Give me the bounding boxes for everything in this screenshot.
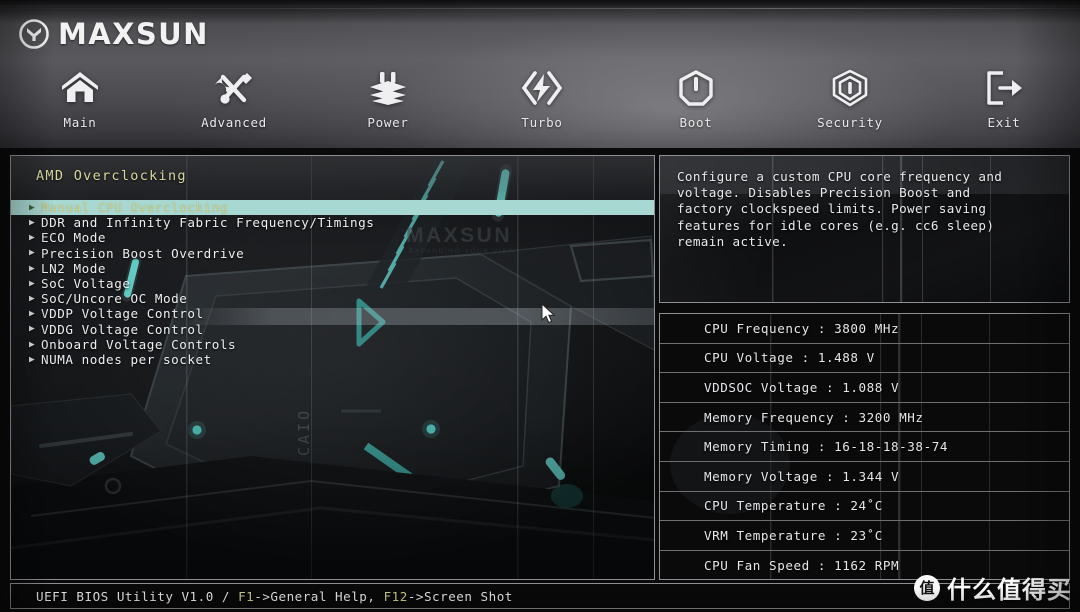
brand-logo: MAXSUN [19, 17, 209, 51]
settings-menu-item-label: SoC Voltage [41, 276, 131, 292]
submenu-arrow-icon: ▶ [29, 308, 35, 320]
settings-menu-item-label: LN2 Mode [41, 260, 107, 276]
nav-item-main[interactable]: Main [3, 68, 157, 130]
settings-menu-item[interactable]: ▶ ECO Mode [11, 230, 654, 246]
footer-utility-label: UEFI BIOS Utility V1.0 / [36, 588, 239, 604]
submenu-arrow-icon: ▶ [29, 247, 35, 259]
nav-item-power[interactable]: Power [311, 68, 465, 130]
settings-menu-item-label: ECO Mode [41, 230, 107, 246]
tools-wrench-screwdriver-icon [213, 68, 255, 108]
settings-menu-list: ▶ Manual CPU Overclocking ▶ DDR and Infinit… [11, 200, 654, 367]
hardware-monitor-row: CPU Fan Speed : 1162 RPM [660, 551, 1069, 579]
hardware-monitor-row-text: VDDSOC Voltage : 1.088 V [704, 379, 900, 395]
hardware-monitor-row: CPU Temperature : 24˚C [660, 492, 1069, 522]
nav-item-boot[interactable]: Boot [619, 68, 773, 130]
hardware-monitor-row-text: CPU Voltage : 1.488 V [704, 350, 875, 366]
submenu-arrow-icon: ▶ [29, 201, 35, 213]
hardware-monitor-row-text: CPU Frequency : 3800 MHz [704, 320, 900, 336]
help-description-panel: Configure a custom CPU core frequency an… [659, 155, 1070, 303]
maxsun-circle-logo-icon [19, 19, 49, 49]
nav-item-exit[interactable]: Exit [927, 68, 1080, 130]
hardware-monitor-row: Memory Timing : 16-18-18-38-74 [660, 432, 1069, 462]
settings-menu-item-label: VDDP Voltage Control [41, 306, 204, 322]
footer-key-f1: F1 [238, 588, 255, 604]
settings-menu-item[interactable]: ▶ SoC Voltage [11, 276, 654, 292]
nav-label-main: Main [63, 115, 97, 130]
footer-hint-text: UEFI BIOS Utility V1.0 / F1->General Hel… [36, 589, 513, 604]
footer-key-f12-action: ->Screen Shot [407, 588, 513, 604]
bios-screen: MAXSUN Main Advanced Power Turbo Boot Se… [0, 0, 1080, 612]
settings-menu-item[interactable]: ▶ VDDG Voltage Control [11, 321, 654, 337]
submenu-arrow-icon: ▶ [29, 353, 35, 365]
settings-menu-item[interactable]: ▶ LN2 Mode [11, 260, 654, 276]
footer-key-f1-action: ->General Help, [254, 588, 384, 604]
settings-menu-item[interactable]: ▶ NUMA nodes per socket [11, 351, 654, 367]
settings-menu-item-label: Onboard Voltage Controls [41, 336, 237, 352]
settings-menu-item[interactable]: ▶ Precision Boost Overdrive [11, 245, 654, 261]
hardware-monitor-row-text: Memory Frequency : 3200 MHz [704, 409, 924, 425]
submenu-arrow-icon: ▶ [29, 338, 35, 350]
nav-label-boot: Boot [679, 115, 713, 130]
page-title: AMD Overclocking [36, 168, 187, 184]
nav-label-exit: Exit [987, 115, 1021, 130]
settings-menu-item[interactable]: ▶ Onboard Voltage Controls [11, 336, 654, 352]
main-navigation: Main Advanced Power Turbo Boot Security … [0, 68, 1080, 144]
nav-label-power: Power [367, 115, 409, 130]
header-sheen [0, 8, 1080, 9]
hardware-monitor-row: CPU Frequency : 3800 MHz [660, 314, 1069, 344]
nav-item-advanced[interactable]: Advanced [157, 68, 311, 130]
brand-name: MAXSUN [58, 17, 209, 51]
hardware-monitor-row-text: CPU Fan Speed : 1162 RPM [704, 558, 900, 574]
settings-menu-item[interactable]: ▶ SoC/Uncore OC Mode [11, 291, 654, 307]
settings-menu-item[interactable]: ▶ VDDP Voltage Control [11, 306, 654, 322]
hardware-monitor-rows: CPU Frequency : 3800 MHz CPU Voltage : 1.… [660, 314, 1069, 579]
exit-arrow-icon [983, 68, 1025, 108]
hardware-monitor-panel: CPU Frequency : 3800 MHz CPU Voltage : 1.… [659, 313, 1070, 580]
submenu-arrow-icon: ▶ [29, 262, 35, 274]
footer-hint-bar: UEFI BIOS Utility V1.0 / F1->General Hel… [10, 583, 1070, 609]
hardware-monitor-row: VDDSOC Voltage : 1.088 V [660, 373, 1069, 403]
shield-hexagon-lock-icon [829, 68, 871, 108]
power-button-hexagon-icon [675, 68, 717, 108]
submenu-arrow-icon: ▶ [29, 277, 35, 289]
submenu-arrow-icon: ▶ [29, 323, 35, 335]
hardware-monitor-row-text: VRM Temperature : 23˚C [704, 527, 883, 543]
hardware-monitor-row-text: CPU Temperature : 24˚C [704, 498, 883, 514]
footer-bar: UEFI BIOS Utility V1.0 / F1->General Hel… [0, 580, 1080, 612]
settings-menu-item[interactable]: ▶ Manual CPU Overclocking [11, 200, 654, 216]
hardware-monitor-row-text: Memory Voltage : 1.344 V [704, 468, 900, 484]
hardware-monitor-row: Memory Voltage : 1.344 V [660, 462, 1069, 492]
nav-item-security[interactable]: Security [773, 68, 927, 130]
hardware-monitor-row-text: Memory Timing : 16-18-18-38-74 [704, 439, 948, 455]
settings-menu-item-label: NUMA nodes per socket [41, 351, 212, 367]
settings-menu-item-label: Manual CPU Overclocking [41, 200, 229, 216]
lightning-bolt-hexagon-icon [521, 68, 563, 108]
settings-menu-item[interactable]: ▶ DDR and Infinity Fabric Frequency/Timin… [11, 215, 654, 231]
header-bar: MAXSUN Main Advanced Power Turbo Boot Se… [0, 0, 1080, 148]
nav-item-turbo[interactable]: Turbo [465, 68, 619, 130]
nav-label-security: Security [817, 115, 883, 130]
footer-key-f12: F12 [383, 588, 408, 604]
power-stack-icon [367, 68, 409, 108]
submenu-arrow-icon: ▶ [29, 292, 35, 304]
hardware-monitor-row: VRM Temperature : 23˚C [660, 521, 1069, 551]
nav-label-advanced: Advanced [201, 115, 267, 130]
submenu-arrow-icon: ▶ [29, 217, 35, 229]
submenu-arrow-icon: ▶ [29, 232, 35, 244]
settings-menu-item-label: SoC/Uncore OC Mode [41, 291, 188, 307]
nav-label-turbo: Turbo [521, 115, 563, 130]
settings-menu-item-label: DDR and Infinity Fabric Frequency/Timing… [41, 215, 375, 231]
content-area: CAIO 2020 [0, 148, 1080, 580]
settings-menu-item-label: Precision Boost Overdrive [41, 245, 245, 261]
home-icon [58, 68, 102, 108]
settings-panel: CAIO 2020 [10, 155, 655, 580]
hardware-monitor-row: CPU Voltage : 1.488 V [660, 344, 1069, 374]
hardware-monitor-row: Memory Frequency : 3200 MHz [660, 403, 1069, 433]
settings-menu-item-label: VDDG Voltage Control [41, 321, 204, 337]
help-text: Configure a custom CPU core frequency an… [677, 169, 1003, 249]
